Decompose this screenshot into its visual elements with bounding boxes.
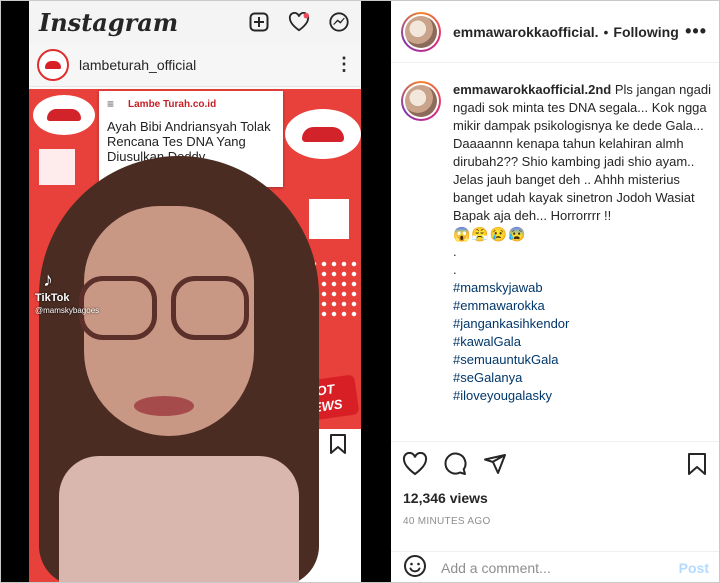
caption-body: Pls jangan ngadi ngadi sok minta tes DNA… [453, 82, 711, 223]
tiktok-username: @mamskybagoes [35, 306, 100, 315]
caption-dot: . [453, 262, 457, 277]
more-options-button[interactable]: ••• [685, 21, 707, 42]
hashtag-link[interactable]: #iloveyougalasky [453, 387, 715, 405]
hashtag-link[interactable]: #kawalGala [453, 333, 715, 351]
video-person [29, 156, 329, 582]
tiktok-watermark: ♪ TikTok @mamskybagoes [35, 269, 99, 315]
caption-emojis: 😱😤😢😰 [453, 226, 527, 242]
like-button[interactable] [401, 450, 429, 478]
person-scarf [59, 456, 299, 582]
caption-text: emmawarokkaofficial.2nd Pls jangan ngadi… [453, 81, 715, 433]
lips-logo-icon [285, 109, 361, 159]
hashtag-link[interactable]: #emmawarokka [453, 297, 715, 315]
action-bar [391, 441, 719, 485]
person-lips [134, 396, 194, 416]
following-button[interactable]: Following [613, 24, 685, 40]
new-post-icon [247, 10, 271, 34]
hashtag-link[interactable]: #mamskyjawab [453, 279, 715, 297]
news-site-name: Lambe Turah.co.id [128, 98, 217, 110]
hamburger-icon: ≡ [107, 97, 115, 111]
caption-username[interactable]: emmawarokkaofficial.2nd [453, 82, 611, 97]
share-icon [484, 453, 506, 474]
comment-button[interactable] [441, 450, 469, 478]
phone-account-row: lambeturah_official ⋮ [29, 43, 361, 87]
header-username[interactable]: emmawarokkaofficial. [453, 24, 599, 40]
hashtag-link[interactable]: #semuauntukGala [453, 351, 715, 369]
heart-icon [402, 451, 428, 475]
hashtag-list: #mamskyjawab #emmawarokka #jangankasihke… [453, 279, 715, 405]
share-button[interactable] [481, 450, 509, 478]
account-name: lambeturah_official [79, 56, 197, 73]
save-button[interactable] [683, 450, 711, 478]
video-frame: Instagram lambeturah_official ⋮ ≡ Lambe … [29, 1, 361, 582]
heart-icon [287, 10, 311, 34]
messenger-icon [327, 10, 351, 34]
comment-icon [444, 452, 467, 475]
glasses-right [171, 276, 249, 340]
emoji-icon[interactable] [403, 554, 427, 583]
hashtag-link[interactable]: #seGalanya [453, 369, 715, 387]
account-avatar [37, 48, 69, 81]
phone-app-bar: Instagram [29, 1, 361, 43]
bookmark-icon [330, 434, 346, 454]
more-vertical-icon: ⋮ [335, 54, 353, 74]
bookmark-icon [688, 452, 706, 475]
instagram-logo: Instagram [39, 7, 179, 37]
view-count[interactable]: 12,346 views [403, 490, 488, 506]
post-button[interactable]: Post [679, 560, 709, 576]
caption-block: emmawarokkaofficial.2nd Pls jangan ngadi… [401, 81, 717, 433]
hashtag-link[interactable]: #jangankasihkendor [453, 315, 715, 333]
caption-dot: . [453, 244, 457, 259]
post-header: emmawarokkaofficial. • Following ••• [391, 1, 719, 63]
video-pane[interactable]: Instagram lambeturah_official ⋮ ≡ Lambe … [1, 1, 391, 582]
avatar[interactable] [401, 11, 441, 52]
lips-logo-icon [33, 95, 95, 135]
add-comment-bar: Post [391, 551, 719, 583]
instagram-post-modal: Instagram lambeturah_official ⋮ ≡ Lambe … [0, 0, 720, 583]
post-details-panel: emmawarokkaofficial. • Following ••• emm… [391, 1, 719, 583]
comment-input[interactable] [441, 560, 679, 576]
header-separator: • [603, 23, 609, 40]
tiktok-label: TikTok [35, 292, 70, 304]
tiktok-icon: ♪ [43, 269, 53, 291]
caption-avatar[interactable] [401, 81, 441, 121]
news-card-header: ≡ Lambe Turah.co.id [107, 97, 275, 111]
post-timestamp[interactable]: 40 MINUTES AGO [403, 516, 491, 527]
